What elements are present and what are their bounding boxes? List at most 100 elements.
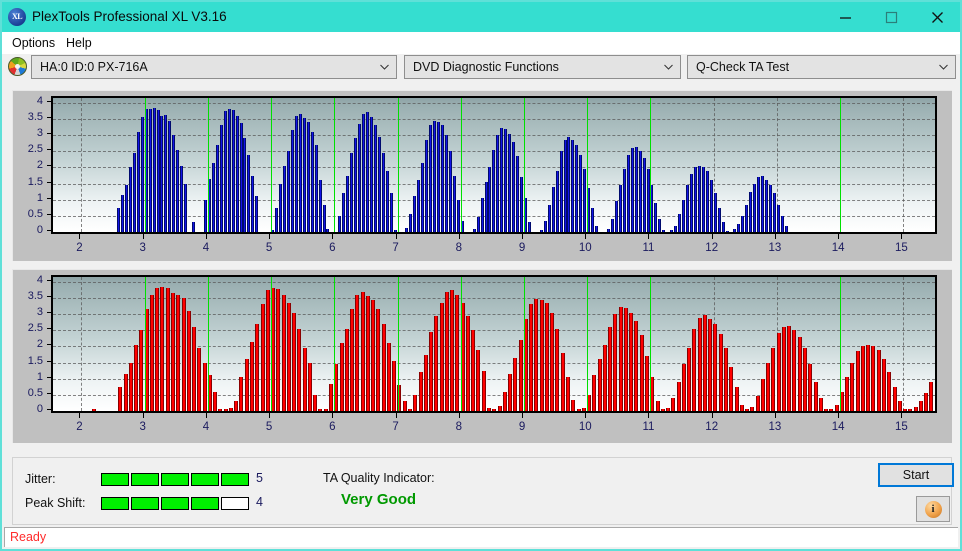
app-icon: XL (8, 8, 26, 26)
chart-bar (358, 123, 361, 232)
y-axis-label: 2 (36, 159, 43, 172)
chart-bar (583, 169, 586, 232)
x-axis-tick (838, 413, 840, 418)
chart-bar (197, 348, 201, 411)
chart-bar (935, 369, 937, 411)
start-button[interactable]: Start (878, 463, 954, 487)
y-axis-label: 0.5 (27, 386, 43, 399)
chart-bar (245, 359, 249, 411)
chart-bar (477, 217, 480, 232)
marker-line (524, 98, 525, 232)
chart-bar (224, 110, 227, 232)
chart-bar (745, 204, 748, 232)
x-axis-label: 12 (705, 242, 719, 254)
chart-bar (561, 352, 565, 411)
jitter-value: 5 (256, 471, 263, 485)
x-axis-label: 14 (831, 421, 845, 433)
chart-bar (192, 327, 196, 411)
chart-bar (513, 357, 517, 411)
minimize-button[interactable] (822, 2, 868, 32)
chart-bar (677, 381, 681, 411)
menu-item-options[interactable]: Options (6, 32, 61, 54)
test-select[interactable]: Q-Check TA Test (687, 55, 956, 79)
chart-bar (627, 154, 630, 232)
gridline-vertical (81, 277, 83, 411)
chart-bar (292, 312, 296, 411)
chart-bar (903, 409, 907, 411)
chart-bar (329, 383, 333, 411)
chart-bar (350, 309, 354, 411)
chart-bar (678, 214, 681, 232)
chart-bar (419, 372, 423, 411)
chart-bar (670, 230, 673, 232)
chart-bar (172, 135, 175, 232)
chart-bar (741, 215, 744, 232)
chart-bar (540, 299, 544, 411)
jitter-plot-area (51, 96, 937, 234)
chart-bar (598, 359, 602, 411)
chart-bar (914, 407, 918, 411)
close-button[interactable] (914, 2, 960, 32)
chart-bar (757, 177, 760, 232)
chart-bar (153, 107, 156, 232)
function-select[interactable]: DVD Diagnostic Functions (404, 55, 681, 79)
quality-label: TA Quality Indicator: (323, 471, 435, 485)
chart-bar (613, 314, 617, 411)
x-axis-tick (79, 234, 81, 239)
chart-bar (390, 193, 393, 232)
chart-bar (228, 109, 231, 232)
info-button[interactable]: i (916, 496, 950, 522)
disc-icon (8, 57, 27, 76)
status-text: Ready (10, 530, 47, 544)
chart-bar (777, 332, 781, 411)
gridline-horizontal (53, 135, 935, 137)
chart-bar (792, 330, 796, 411)
results-panel: Jitter: 5 Peak Shift: 4 TA Quality Indic… (12, 457, 954, 525)
y-axis-label: 2 (36, 338, 43, 351)
chart-bar (247, 154, 250, 232)
chart-bar (777, 204, 780, 232)
chart-bar (476, 349, 480, 411)
chart-bar (619, 185, 622, 232)
jitter-label: Jitter: (25, 472, 56, 486)
chart-bar (714, 193, 717, 232)
chart-bar (658, 219, 661, 232)
drive-select[interactable]: HA:0 ID:0 PX-716A (31, 55, 397, 79)
x-axis-label: 12 (705, 421, 719, 433)
chart-bar (345, 328, 349, 411)
chart-bar (814, 381, 818, 411)
chart-bar (361, 292, 365, 411)
chart-bar (567, 136, 570, 232)
chart-bar (362, 114, 365, 232)
chart-bar (782, 327, 786, 411)
chart-bar (350, 152, 353, 232)
chart-bar (282, 294, 286, 411)
x-axis-label: 10 (578, 242, 592, 254)
peak-shift-segment (101, 497, 129, 510)
x-axis-tick (522, 234, 524, 239)
marker-line (208, 277, 209, 411)
chart-bar (898, 401, 902, 411)
chart-bar (413, 394, 417, 411)
chart-bar (756, 396, 760, 411)
maximize-button[interactable] (868, 2, 914, 32)
chart-bar (455, 294, 459, 411)
y-axis-label: 1.5 (27, 354, 43, 367)
chart-bar (635, 147, 638, 232)
x-axis-tick (142, 234, 144, 239)
chart-bar (718, 207, 721, 232)
chart-bar (639, 151, 642, 232)
chart-bar (719, 333, 723, 411)
marker-line (650, 98, 651, 232)
x-axis-label: 13 (768, 421, 782, 433)
y-axis-label: 4 (36, 273, 43, 286)
menu-item-help[interactable]: Help (60, 32, 98, 54)
chart-bar (703, 314, 707, 411)
chart-bar (311, 131, 314, 232)
chart-bar (184, 183, 187, 232)
chart-bar (740, 404, 744, 411)
chart-bar (803, 348, 807, 411)
chart-bar (299, 114, 302, 232)
marker-line (271, 98, 272, 232)
chevron-down-icon (664, 64, 673, 70)
